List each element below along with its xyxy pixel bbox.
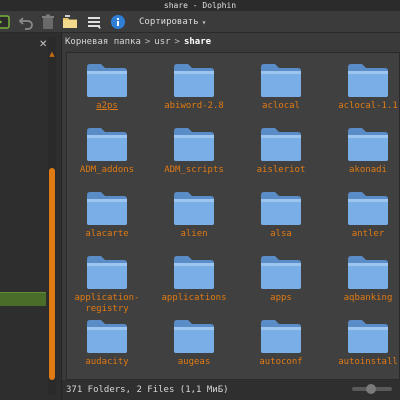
folder-icon [259, 61, 303, 99]
folder-icon [172, 253, 216, 291]
info-icon[interactable] [110, 14, 126, 30]
folder-label: alien [180, 229, 208, 239]
menu-icon[interactable] [86, 14, 102, 30]
folder-icon [346, 253, 390, 291]
folder-icon [346, 61, 390, 99]
folder-label: autoconf [259, 357, 303, 367]
folder-label: augeas [177, 357, 211, 367]
folder-label: applications [161, 293, 227, 303]
folder-label: antler [351, 229, 385, 239]
folder-icon [259, 125, 303, 163]
folder-label: a2ps [96, 101, 118, 111]
folder-icon [85, 61, 129, 99]
folder-item[interactable]: augeas [154, 309, 234, 373]
folder-label: aisleriot [256, 165, 306, 175]
new-folder-icon[interactable] [62, 14, 78, 30]
breadcrumb-root[interactable]: Корневая папка [65, 37, 141, 47]
folder-item[interactable]: apps [241, 245, 321, 309]
folder-label: akonadi [349, 165, 387, 175]
folder-label: aclocal [262, 101, 300, 111]
breadcrumb-usr[interactable]: usr [154, 37, 170, 47]
sidebar-scroll-thumb[interactable] [49, 168, 55, 380]
zoom-slider-handle[interactable] [366, 384, 376, 394]
folder-item[interactable]: akonadi [328, 117, 399, 181]
folder-icon [346, 189, 390, 227]
folder-item[interactable]: alacarte [67, 181, 147, 245]
folder-item[interactable]: aisleriot [241, 117, 321, 181]
zoom-slider[interactable] [352, 384, 392, 394]
folder-item[interactable]: audacity [67, 309, 147, 373]
undo-icon[interactable] [18, 14, 34, 30]
folder-item[interactable]: application- registry [67, 245, 147, 314]
sort-button[interactable]: Сортировать ▾ [139, 15, 206, 29]
folder-view[interactable]: a2ps abiword-2.8 aclocal aclocal-1.1 ADM_add… [66, 52, 400, 380]
folder-item[interactable]: antler [328, 181, 399, 245]
folder-item[interactable]: a2ps [67, 53, 147, 117]
folder-icon [259, 189, 303, 227]
terminal-icon[interactable] [0, 14, 10, 30]
folder-label: audacity [85, 357, 129, 367]
breadcrumb: Корневая папка > usr > share [62, 33, 400, 51]
places-sidebar: ✕ ▲ [0, 33, 62, 400]
sort-button-label: Сортировать [139, 17, 199, 27]
window-title: share - Dolphin [0, 0, 400, 11]
folder-label: aclocal-1.1 [338, 101, 398, 111]
breadcrumb-separator: > [174, 37, 180, 47]
folder-label: ADM_scripts [164, 165, 224, 175]
folder-label: abiword-2.8 [164, 101, 224, 111]
breadcrumb-separator: > [144, 37, 151, 47]
folder-icon [346, 125, 390, 163]
chevron-down-icon: ▾ [201, 17, 207, 27]
folder-icon [85, 317, 129, 355]
folder-label: apps [270, 293, 292, 303]
folder-item[interactable]: alien [154, 181, 234, 245]
folder-label: aqbanking [343, 293, 393, 303]
folder-icon [259, 317, 303, 355]
folder-item[interactable]: abiword-2.8 [154, 53, 234, 117]
folder-icon [172, 61, 216, 99]
folder-label: autoinstall [338, 357, 398, 367]
folder-icon [172, 317, 216, 355]
folder-label: ADM_addons [79, 165, 135, 175]
folder-icon [259, 253, 303, 291]
sidebar-selected-item[interactable] [0, 292, 46, 306]
toolbar: Сортировать ▾ [0, 11, 400, 33]
trash-icon[interactable] [40, 14, 56, 30]
folder-item[interactable]: alsa [241, 181, 321, 245]
folder-item[interactable]: aclocal-1.1 [328, 53, 399, 117]
folder-item[interactable]: ADM_addons [67, 117, 147, 181]
folder-item[interactable]: aqbanking [328, 245, 399, 309]
status-summary: 371 Folders, 2 Files (1,1 MиБ) [66, 385, 229, 395]
folder-icon [172, 125, 216, 163]
folder-label: alsa [270, 229, 292, 239]
folder-item[interactable]: autoconf [241, 309, 321, 373]
folder-item[interactable]: ADM_scripts [154, 117, 234, 181]
folder-icon [85, 253, 129, 291]
folder-item[interactable]: autoinstall [328, 309, 399, 373]
breadcrumb-share[interactable]: share [184, 37, 211, 47]
folder-item[interactable]: applications [154, 245, 234, 309]
folder-item[interactable]: aclocal [241, 53, 321, 117]
status-bar: 371 Folders, 2 Files (1,1 MиБ) [62, 380, 400, 400]
close-icon[interactable]: ✕ [39, 39, 47, 50]
folder-icon [85, 189, 129, 227]
folder-icon [346, 317, 390, 355]
folder-label: alacarte [85, 229, 129, 239]
folder-icon [85, 125, 129, 163]
scroll-up-icon[interactable]: ▲ [48, 50, 56, 58]
folder-icon [172, 189, 216, 227]
